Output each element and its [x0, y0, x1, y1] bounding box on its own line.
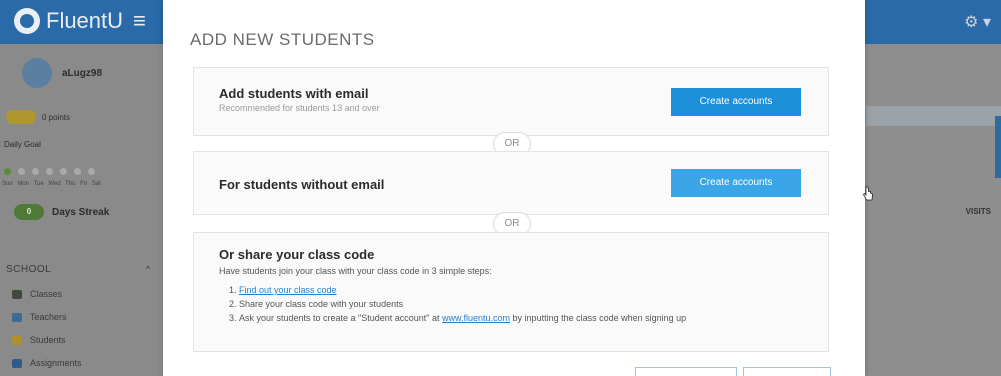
- sidebar-item-assignments[interactable]: Assignments: [12, 358, 82, 368]
- share-class-code-description: Have students join your class with your …: [219, 266, 492, 276]
- sidebar-item-students[interactable]: Students: [12, 335, 66, 345]
- avatar: [22, 58, 52, 88]
- streak-count: 0: [14, 204, 44, 220]
- fluentu-website-link[interactable]: www.fluentu.com: [442, 313, 510, 323]
- footer-primary-button[interactable]: [743, 367, 831, 376]
- list-item: 1. Find out your class code: [229, 284, 809, 297]
- hamburger-menu-icon[interactable]: ≡: [133, 8, 146, 34]
- brand-name: FluentU: [46, 8, 124, 33]
- goal-dot: [88, 168, 95, 175]
- fluentu-logo-icon: [14, 8, 40, 34]
- side-tab[interactable]: [995, 116, 1001, 178]
- share-class-code-heading: Or share your class code: [219, 247, 375, 262]
- streak-label: Days Streak: [52, 206, 110, 218]
- create-accounts-no-email-button[interactable]: Create accounts: [671, 169, 801, 197]
- sidebar: aLugz98 0 points Daily Goal Sun Mon Tue …: [0, 44, 160, 376]
- points-label: 0 points: [42, 112, 71, 122]
- sidebar-item-label: Teachers: [30, 312, 67, 322]
- list-item: 3. Ask your students to create a "Studen…: [229, 312, 809, 325]
- goal-dot: [18, 168, 25, 175]
- add-students-modal: ADD NEW STUDENTS Add students with email…: [163, 0, 873, 376]
- goal-dot: [32, 168, 39, 175]
- daily-goal-label: Daily Goal: [4, 140, 41, 149]
- no-email-option-heading: For students without email: [219, 177, 385, 192]
- weekday-labels: Sun Mon Tue Wed Thu Fri Sat: [2, 181, 101, 187]
- goal-dot: [74, 168, 81, 175]
- school-section-header[interactable]: SCHOOL: [6, 264, 51, 275]
- coin-icon: [6, 110, 36, 124]
- sidebar-item-classes[interactable]: Classes: [12, 289, 62, 299]
- share-class-code-card: Or share your class code Have students j…: [193, 232, 829, 352]
- sidebar-item-label: Students: [30, 335, 66, 345]
- content-row-band: [866, 106, 1001, 126]
- days-streak: 0 Days Streak: [14, 204, 109, 220]
- points-display: 0 points: [6, 110, 70, 124]
- user-profile[interactable]: aLugz98: [22, 58, 102, 88]
- list-item: 2. Share your class code with your stude…: [229, 298, 809, 311]
- find-class-code-link[interactable]: Find out your class code: [239, 285, 337, 295]
- gear-icon[interactable]: ⚙ ▾: [964, 12, 991, 32]
- hand-cursor-icon: [863, 186, 873, 201]
- footer-secondary-button[interactable]: [635, 367, 737, 376]
- email-option-heading: Add students with email: [219, 86, 369, 101]
- classes-icon: [12, 289, 22, 299]
- no-email-option-card: For students without email Create accoun…: [193, 151, 829, 215]
- sidebar-item-label: Classes: [30, 289, 63, 299]
- step-text: Ask your students to create a "Student a…: [239, 313, 443, 323]
- visits-column-header: VISITS: [965, 207, 991, 216]
- step-text: by inputting the class code when signing…: [510, 313, 687, 323]
- share-steps-list: 1. Find out your class code 2. Share you…: [229, 284, 809, 326]
- step-number: 3.: [229, 313, 237, 323]
- modal-title: ADD NEW STUDENTS: [190, 30, 375, 49]
- brand-logo[interactable]: FluentU ≡: [14, 8, 146, 34]
- daily-goal-dots: [4, 168, 95, 175]
- email-option-card: Add students with email Recommended for …: [193, 67, 829, 136]
- step-number: 1.: [229, 285, 237, 295]
- create-accounts-email-button[interactable]: Create accounts: [671, 88, 801, 116]
- students-icon: [12, 335, 22, 345]
- step-number: 2.: [229, 299, 237, 309]
- sidebar-item-teachers[interactable]: Teachers: [12, 312, 67, 322]
- email-option-subtext: Recommended for students 13 and over: [219, 103, 380, 113]
- chevron-up-icon[interactable]: ^: [146, 264, 150, 274]
- username: aLugz98: [62, 67, 103, 79]
- goal-dot: [46, 168, 53, 175]
- goal-dot: [4, 168, 11, 175]
- sidebar-item-label: Assignments: [30, 358, 82, 368]
- assignments-icon: [12, 358, 22, 368]
- teachers-icon: [12, 312, 22, 322]
- goal-dot: [60, 168, 67, 175]
- main-content-background: VISITS: [866, 44, 1001, 376]
- step-text: Share your class code with your students: [239, 299, 404, 309]
